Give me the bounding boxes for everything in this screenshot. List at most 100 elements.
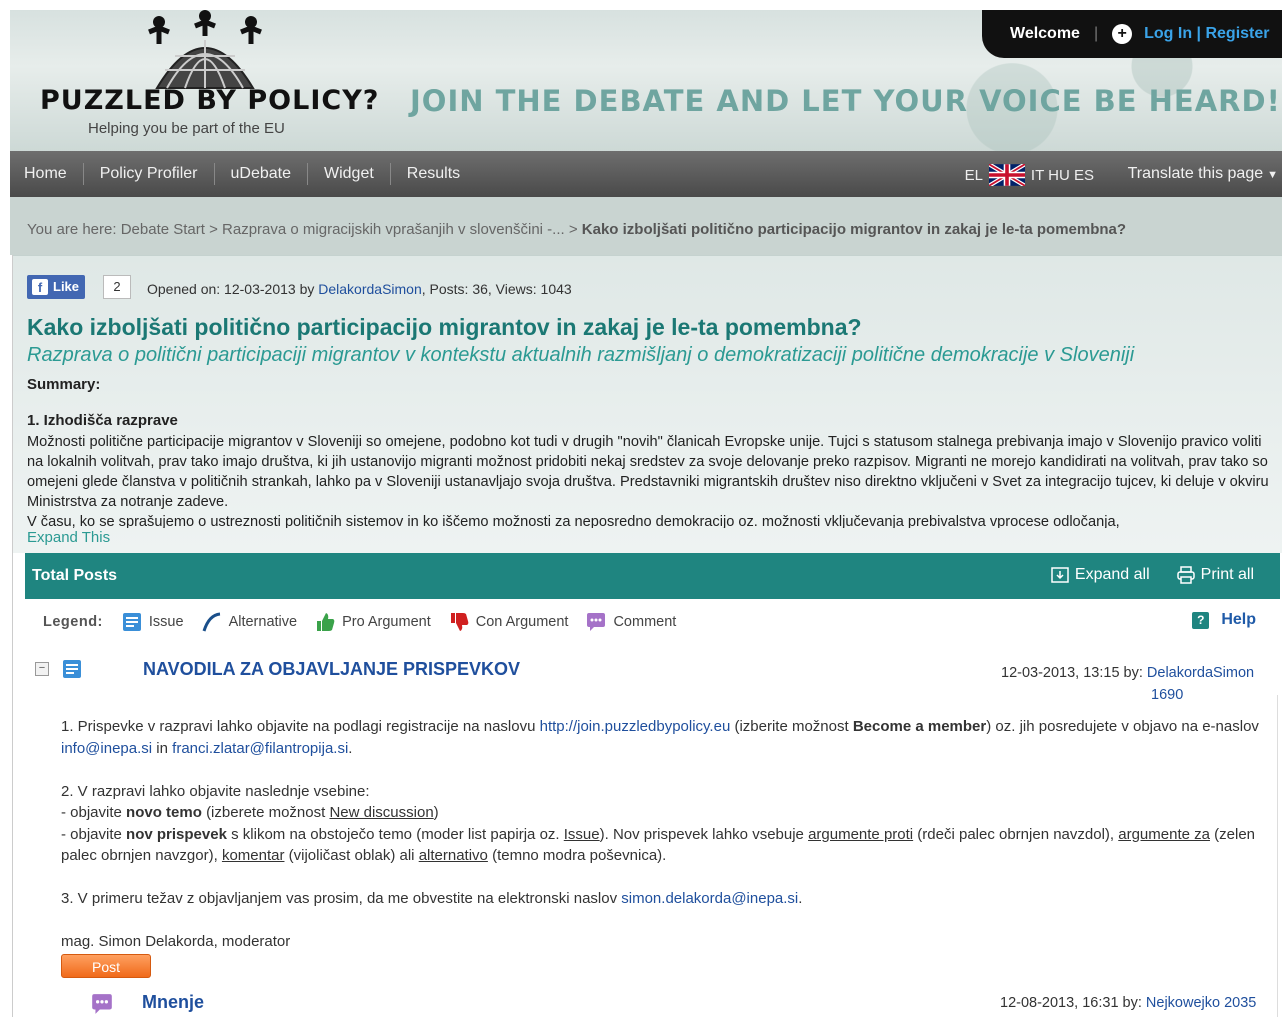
site-tagline: Helping you be part of the EU <box>88 120 285 137</box>
breadcrumb-parent[interactable]: Razprava o migracijskih vprašanjih v slo… <box>222 221 565 238</box>
email-link[interactable]: info@inepa.si <box>61 740 152 757</box>
comment-link[interactable]: komentar <box>222 847 285 864</box>
breadcrumb: You are here: Debate Start > Razprava o … <box>10 197 1282 255</box>
join-url-link[interactable]: http://join.puzzledbypolicy.eu <box>540 718 731 735</box>
legend-con-label: Con Argument <box>475 614 569 630</box>
opened-on-text: Opened on: 12-03-2013 by <box>147 281 315 297</box>
discussion-meta: Opened on: 12-03-2013 by DelakordaSimon,… <box>147 281 572 297</box>
content-divider <box>1277 695 1278 1017</box>
summary-heading: 1. Izhodišča razprave <box>27 412 178 429</box>
reply-meta: 12-08-2013, 16:31 by: Nejkowejko 2035 <box>1000 995 1256 1011</box>
post-bold-text: nov prispevek <box>126 825 227 843</box>
facebook-like-button[interactable]: f Like <box>27 275 86 299</box>
breadcrumb-current: Kako izboljšati politično participacijo … <box>581 221 1127 238</box>
new-discussion-link[interactable]: New discussion <box>329 804 433 821</box>
nav-results[interactable]: Results <box>391 163 476 185</box>
post-paragraph: 1. Prispevke v razpravi lahko objavite n… <box>61 716 1261 759</box>
post-text: (izberite možnost <box>734 718 849 735</box>
welcome-text: Welcome <box>1010 25 1080 42</box>
total-posts-label: Total Posts <box>32 567 118 584</box>
post-paragraph: 2. V razpravi lahko objavite naslednje v… <box>61 782 370 800</box>
post-author-link[interactable]: DelakordaSimon <box>1147 665 1254 681</box>
expand-all-button[interactable]: Expand all <box>1050 565 1150 585</box>
post-text: - objavite <box>61 804 122 821</box>
reply-title[interactable]: Mnenje <box>142 992 204 1013</box>
post-bold-text: novo temo <box>126 804 202 821</box>
email-link[interactable]: simon.delakorda@inepa.si <box>621 890 798 907</box>
nav-udebate[interactable]: uDebate <box>215 163 308 185</box>
summary-label: Summary: <box>27 376 101 393</box>
comment-bubble-icon <box>92 994 112 1014</box>
collapse-icon[interactable]: − <box>35 662 49 676</box>
translate-label: Translate this page <box>1127 165 1264 182</box>
post-text: - objavite <box>61 825 122 843</box>
help-icon: ? <box>1192 611 1210 629</box>
comment-bubble-icon <box>587 613 606 631</box>
lang-el[interactable]: EL <box>965 167 983 184</box>
nav-policy-profiler[interactable]: Policy Profiler <box>84 163 215 185</box>
legend-comment-label: Comment <box>613 614 677 630</box>
legend-pro-argument: Pro Argument <box>314 611 431 633</box>
caret-down-icon: ▼ <box>1267 169 1278 181</box>
post-text: . <box>348 739 353 757</box>
help-link[interactable]: ? Help <box>1192 611 1256 629</box>
nav-widget[interactable]: Widget <box>308 163 391 185</box>
summary-text: Možnosti politične participacije migrant… <box>27 432 1277 528</box>
post-text: . <box>798 890 803 907</box>
post-paragraph: - objavite novo temo (izberete možnost N… <box>61 802 1261 824</box>
language-selector: EL IT HU ES <box>965 164 1094 186</box>
site-logo-text[interactable]: PUZZLED BY POLICY? <box>40 85 379 116</box>
login-register-link[interactable]: Log In | Register <box>1144 25 1269 43</box>
author-link[interactable]: DelakordaSimon <box>318 281 422 297</box>
print-all-button[interactable]: Print all <box>1176 565 1254 585</box>
post-date: 12-03-2013, 13:15 by: <box>1001 665 1143 681</box>
post-body: 1. Prispevke v razpravi lahko objavite n… <box>61 716 1261 953</box>
breadcrumb-debate-start[interactable]: Debate Start <box>121 221 205 238</box>
post-paragraph: - objavite nov prispevek s klikom na obs… <box>61 824 1261 867</box>
like-label: Like <box>53 279 80 294</box>
alternative-link[interactable]: alternativo <box>419 847 488 864</box>
legend-title: Legend: <box>43 614 103 630</box>
logo-globe-icon[interactable] <box>145 10 265 90</box>
post-text: in <box>156 739 168 757</box>
reply-date: 12-08-2013, 16:31 by: <box>1000 995 1142 1011</box>
issue-link[interactable]: Issue <box>564 826 600 843</box>
lang-others[interactable]: IT HU ES <box>1031 167 1094 184</box>
expand-this-link[interactable]: Expand This <box>27 529 110 546</box>
breadcrumb-separator: > <box>209 221 218 238</box>
uk-flag-icon[interactable] <box>988 164 1025 186</box>
print-all-label: Print all <box>1200 566 1254 583</box>
facebook-icon: f <box>32 279 48 295</box>
main-navigation: Home Policy Profiler uDebate Widget Resu… <box>10 151 1282 197</box>
post-text: (izberete možnost <box>206 804 326 821</box>
discussion-title: Kako izboljšati politično participacijo … <box>27 314 862 340</box>
pro-argument-link[interactable]: argumente za <box>1118 826 1210 843</box>
user-topbar: Welcome | + Log In | Register <box>982 10 1282 58</box>
legend-issue: Issue <box>121 611 184 633</box>
post-title[interactable]: NAVODILA ZA OBJAVLJANJE PRISPEVKOV <box>143 659 520 680</box>
con-argument-link[interactable]: argumente proti <box>808 826 913 843</box>
nav-home[interactable]: Home <box>10 163 84 185</box>
email-link[interactable]: franci.zlatar@filantropija.si <box>172 740 348 757</box>
like-count: 2 <box>103 275 131 299</box>
total-posts-bar: Total Posts Expand all Print all <box>25 553 1280 599</box>
thumbs-up-icon <box>317 613 335 631</box>
expand-all-icon <box>1051 567 1069 583</box>
post-author-score: 1690 <box>1151 687 1184 703</box>
plus-circle-icon[interactable]: + <box>1112 24 1133 44</box>
post-text: ) <box>433 804 439 821</box>
alternative-icon <box>202 612 220 632</box>
post-text: s klikom na obstoječo temo (moder list p… <box>231 825 560 843</box>
thumbs-down-icon <box>450 613 469 631</box>
legend-pro-label: Pro Argument <box>342 614 431 630</box>
legend-con-argument: Con Argument <box>448 611 569 633</box>
translate-dropdown[interactable]: Translate this page ▼ <box>1128 165 1278 183</box>
post-meta: 12-03-2013, 13:15 by: DelakordaSimon 169… <box>1001 662 1271 706</box>
discussion-stats: , Posts: 36, Views: 1043 <box>421 281 572 297</box>
legend-issue-label: Issue <box>148 614 184 630</box>
breadcrumb-prefix: You are here: <box>27 221 117 238</box>
post-button[interactable]: Post <box>61 954 151 978</box>
reply-author-link[interactable]: Nejkowejko 2035 <box>1146 995 1256 1011</box>
post-bold-text: Become a member <box>852 718 987 735</box>
discussion-subtitle: Razprava o politični participaciji migra… <box>27 344 1135 366</box>
